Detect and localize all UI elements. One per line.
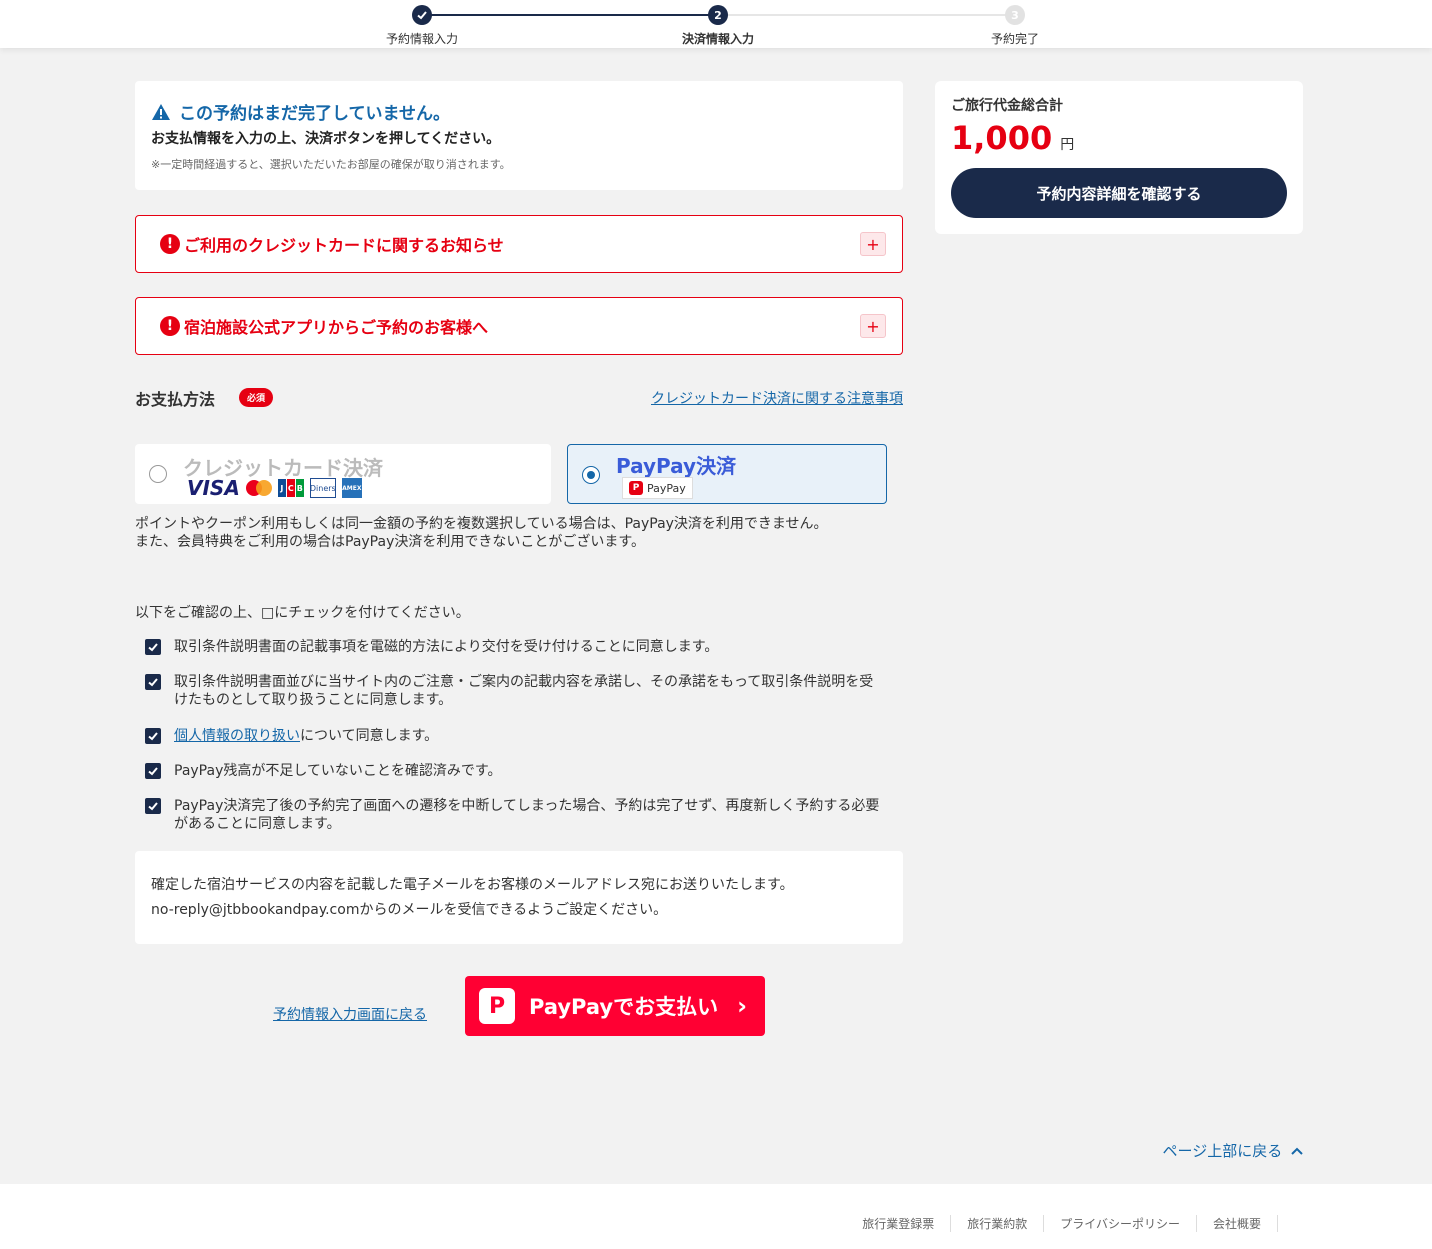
checkbox-checked[interactable] xyxy=(145,798,161,814)
amex-logo: AMEX xyxy=(341,478,362,498)
price-summary-card: ご旅行代金総合計 1,000 円 予約内容詳細を確認する xyxy=(935,81,1303,234)
summary-title: ご旅行代金総合計 xyxy=(951,98,1063,114)
footer-link-registration[interactable]: 旅行業登録票 xyxy=(846,1215,952,1232)
checkbox-checked[interactable] xyxy=(145,728,161,744)
step-2-number: 2 xyxy=(708,5,728,25)
step-2-label: 決済情報入力 xyxy=(681,32,754,46)
accordion-label: ご利用のクレジットカードに関するお知らせ xyxy=(184,236,504,255)
accordion-app-notice[interactable]: ! 宿泊施設公式アプリからご予約のお客様へ + xyxy=(135,297,903,355)
diners-logo: Diners xyxy=(309,478,336,498)
privacy-policy-link[interactable]: 個人情報の取り扱い xyxy=(174,728,300,744)
footer-link-privacy[interactable]: プライバシーポリシー xyxy=(1044,1215,1197,1232)
paypay-button-label: PayPayでお支払い xyxy=(529,995,719,1019)
warning-icon xyxy=(152,103,170,120)
back-to-reservation-link[interactable]: 予約情報入力画面に戻る xyxy=(273,1004,427,1024)
paypay-logo-icon: P xyxy=(479,988,515,1024)
footer-link-company[interactable]: 会社概要 xyxy=(1197,1215,1278,1232)
view-details-button[interactable]: 予約内容詳細を確認する xyxy=(951,168,1287,218)
step-1-check-icon xyxy=(412,5,432,25)
exclamation-icon: ! xyxy=(160,316,180,336)
agreement-checkbox-row[interactable]: PayPay残高が不足していないことを確認済みです。 xyxy=(145,762,885,780)
footer-link-terms[interactable]: 旅行業約款 xyxy=(951,1215,1045,1232)
step-3-label: 予約完了 xyxy=(990,32,1039,46)
step-1-label: 予約情報入力 xyxy=(385,32,458,46)
email-info-box: 確定した宿泊サービスの内容を記載した電子メールをお客様のメールアドレス宛にお送り… xyxy=(135,851,903,944)
step-3-number: 3 xyxy=(1005,5,1025,25)
exclamation-icon: ! xyxy=(160,234,180,254)
checkbox-checked[interactable] xyxy=(145,639,161,655)
agreement-checkbox-row[interactable]: PayPay決済完了後の予約完了画面への遷移を中断してしまった場合、予約は完了せ… xyxy=(145,797,885,833)
notice-subtitle: お支払情報を入力の上、決済ボタンを押してください。 xyxy=(151,131,501,147)
visa-logo: VISA xyxy=(187,476,240,500)
notice-title: この予約はまだ完了していません。 xyxy=(179,104,450,124)
agreement-text: 取引条件説明書面並びに当サイト内のご注意・ご案内の記載内容を承諾し、その承諾をも… xyxy=(174,674,874,708)
chevron-right-icon: › xyxy=(737,992,747,1020)
email-info-line1: 確定した宿泊サービスの内容を記載した電子メールをお客様のメールアドレス宛にお送り… xyxy=(151,877,794,893)
paypay-label: PayPay決済 xyxy=(616,454,737,478)
agreement-text: PayPay決済完了後の予約完了画面への遷移を中断してしまった場合、予約は完了せ… xyxy=(174,798,880,832)
notice-small-text: ※一定時間経過すると、選択いただいたお部屋の確保が取り消されます。 xyxy=(151,158,511,171)
plus-icon[interactable]: + xyxy=(860,232,886,256)
back-to-top-link[interactable]: ページ上部に戻る xyxy=(1163,1140,1303,1161)
payment-option-paypay[interactable]: PayPay決済 P PayPay xyxy=(567,444,887,504)
checkbox-checked[interactable] xyxy=(145,674,161,690)
credit-card-notes-link[interactable]: クレジットカード決済に関する注意事項 xyxy=(651,388,903,408)
payment-method-title: お支払方法 xyxy=(135,390,216,409)
currency-label: 円 xyxy=(1060,137,1075,153)
accordion-credit-card-notice[interactable]: ! ご利用のクレジットカードに関するお知らせ + xyxy=(135,215,903,273)
mastercard-logo xyxy=(245,480,272,496)
agreement-text: 取引条件説明書面の記載事項を電磁的方法により交付を受け付けることに同意します。 xyxy=(174,639,719,655)
agreement-text: について同意します。 xyxy=(300,728,439,744)
plus-icon[interactable]: + xyxy=(860,314,886,338)
paypay-pay-button[interactable]: P PayPayでお支払い › xyxy=(465,976,765,1036)
agreement-text: PayPay残高が不足していないことを確認済みです。 xyxy=(174,763,502,779)
paypay-note: ポイントやクーポン利用もしくは同一金額の予約を複数選択している場合は、PayPa… xyxy=(135,516,828,550)
agreement-checkbox-row[interactable]: 取引条件説明書面の記載事項を電磁的方法により交付を受け付けることに同意します。 xyxy=(145,638,885,656)
stepper-line-done xyxy=(422,14,718,16)
payment-option-credit-card[interactable]: クレジットカード決済 VISA J C B Diners AMEX xyxy=(135,444,551,504)
email-info-line2: no-reply@jtbbookandpay.comからのメールを受信できるよう… xyxy=(151,902,668,918)
checklist-intro: 以下をご確認の上、□にチェックを付けてください。 xyxy=(135,605,470,621)
total-amount: 1,000 xyxy=(951,119,1053,157)
paypay-mark-icon: P xyxy=(629,481,643,495)
incomplete-notice: この予約はまだ完了していません。 お支払情報を入力の上、決済ボタンを押してくださ… xyxy=(135,81,903,190)
paypay-logo: P PayPay xyxy=(622,477,693,499)
agreement-checkbox-row[interactable]: 取引条件説明書面並びに当サイト内のご注意・ご案内の記載内容を承諾し、その承諾をも… xyxy=(145,673,885,709)
credit-card-radio[interactable] xyxy=(149,465,167,483)
stepper-line-todo xyxy=(718,14,1014,16)
jcb-logo: J C B xyxy=(277,479,304,497)
agreement-checkbox-row[interactable]: 個人情報の取り扱いについて同意します。 xyxy=(145,727,885,745)
progress-stepper: 2 3 予約情報入力 決済情報入力 予約完了 xyxy=(0,0,1432,48)
footer: 旅行業登録票 旅行業約款 プライバシーポリシー 会社概要 xyxy=(0,1184,1432,1249)
required-badge: 必須 xyxy=(239,388,274,407)
footer-links: 旅行業登録票 旅行業約款 プライバシーポリシー 会社概要 xyxy=(846,1215,1278,1232)
checkbox-checked[interactable] xyxy=(145,763,161,779)
paypay-radio[interactable] xyxy=(582,466,600,484)
chevron-up-icon xyxy=(1291,1147,1303,1155)
card-brand-logos: VISA J C B Diners AMEX xyxy=(187,476,362,500)
accordion-label: 宿泊施設公式アプリからご予約のお客様へ xyxy=(184,318,489,337)
